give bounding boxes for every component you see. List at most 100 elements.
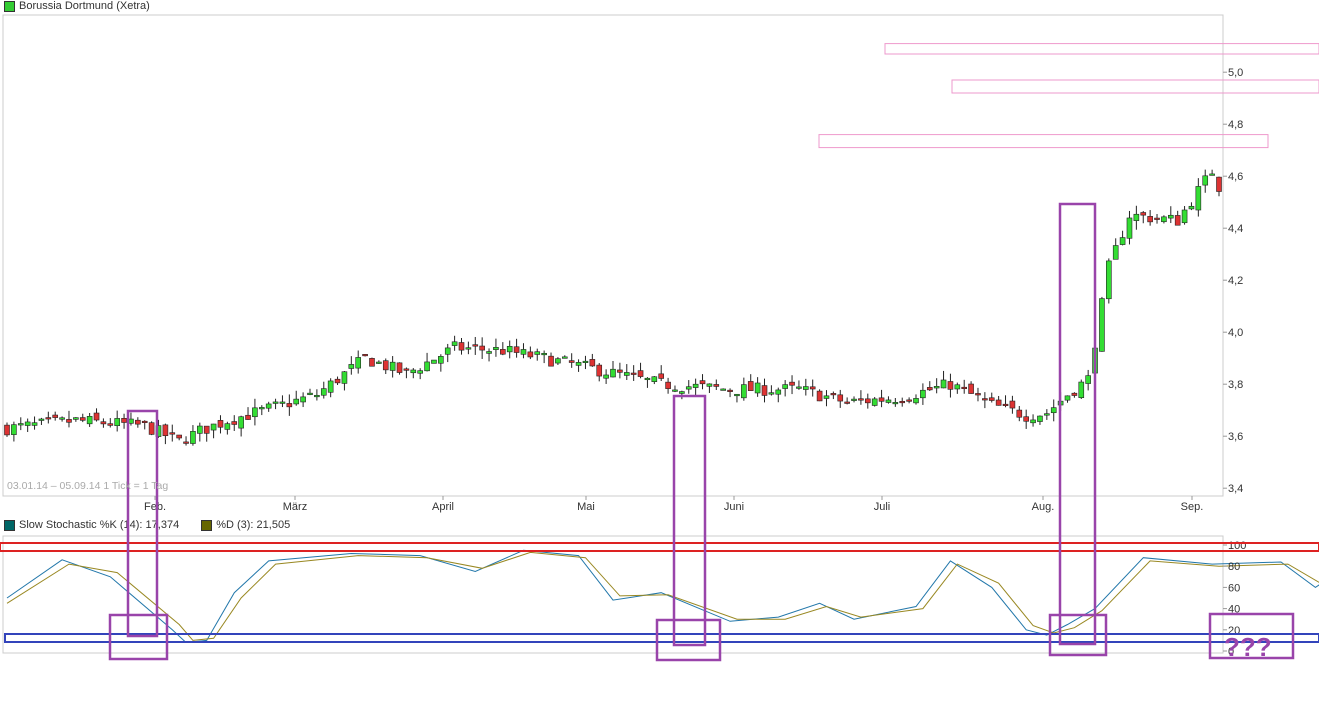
candle-down bbox=[45, 417, 52, 420]
candle-down bbox=[982, 398, 988, 401]
candle-down bbox=[906, 399, 912, 402]
candle-up bbox=[940, 379, 947, 389]
candle-up bbox=[803, 386, 809, 390]
candle-up bbox=[741, 384, 747, 399]
candle-down bbox=[816, 390, 823, 402]
candle-down bbox=[858, 398, 864, 401]
candle-down bbox=[548, 355, 554, 367]
candle-down bbox=[617, 369, 623, 373]
candle-down bbox=[961, 386, 968, 390]
candle-up bbox=[796, 386, 802, 389]
candle-up bbox=[465, 347, 472, 350]
candle-down bbox=[107, 423, 114, 426]
candle-up bbox=[307, 392, 313, 395]
candle-up bbox=[506, 345, 513, 353]
candle-down bbox=[4, 424, 10, 436]
candle-down bbox=[844, 401, 850, 404]
candle-up bbox=[720, 388, 726, 391]
candle-down bbox=[878, 397, 885, 402]
candle-up bbox=[1112, 245, 1119, 260]
candle-up bbox=[314, 394, 320, 398]
candle-up bbox=[541, 352, 547, 356]
candle-down bbox=[217, 420, 224, 428]
candle-up bbox=[86, 416, 93, 425]
candle-down bbox=[203, 425, 210, 434]
candle-down bbox=[837, 394, 844, 402]
candle-up bbox=[265, 403, 272, 409]
candle-up bbox=[892, 402, 899, 405]
candle-up bbox=[1161, 216, 1167, 223]
candle-down bbox=[1016, 409, 1023, 418]
candle-up bbox=[1167, 214, 1174, 219]
candle-up bbox=[493, 347, 499, 350]
candle-down bbox=[637, 370, 644, 377]
candle-down bbox=[789, 381, 795, 386]
candle-up bbox=[1119, 237, 1126, 245]
candle-up bbox=[190, 431, 196, 444]
price-tick-label: 4,0 bbox=[1228, 327, 1243, 339]
candle-up bbox=[1064, 395, 1071, 401]
candle-up bbox=[300, 396, 306, 403]
month-label: März bbox=[283, 501, 307, 513]
candle-up bbox=[672, 389, 678, 392]
candle-down bbox=[995, 399, 1002, 406]
month-label: Sep. bbox=[1181, 501, 1204, 513]
month-label: April bbox=[432, 501, 454, 513]
candle-down bbox=[500, 349, 506, 355]
candle-down bbox=[141, 420, 148, 424]
candle-up bbox=[582, 360, 589, 363]
candle-up bbox=[1126, 217, 1133, 239]
candle-up bbox=[1044, 413, 1050, 416]
candle-up bbox=[1188, 205, 1195, 210]
candle-up bbox=[1085, 375, 1091, 384]
candle-up bbox=[1195, 186, 1202, 211]
candle-down bbox=[1216, 176, 1222, 192]
candle-up bbox=[451, 341, 458, 346]
candle-down bbox=[1009, 400, 1016, 409]
candle-up bbox=[224, 423, 231, 430]
candle-down bbox=[183, 441, 189, 444]
candle-down bbox=[231, 421, 238, 425]
candle-down bbox=[334, 378, 341, 384]
month-label: Feb. bbox=[144, 501, 166, 513]
candle-up bbox=[24, 421, 31, 426]
candle-up bbox=[1106, 260, 1112, 300]
candle-down bbox=[665, 381, 671, 389]
candle-up bbox=[1050, 407, 1057, 414]
candle-up bbox=[871, 398, 878, 406]
candle-up bbox=[11, 424, 17, 435]
candle-down bbox=[947, 381, 954, 390]
candle-down bbox=[864, 398, 871, 404]
candle-up bbox=[38, 418, 45, 421]
candle-up bbox=[1181, 209, 1188, 224]
candle-up bbox=[272, 401, 279, 404]
candle-up bbox=[920, 389, 926, 399]
candle-up bbox=[252, 407, 258, 418]
candle-down bbox=[286, 403, 293, 408]
candle-up bbox=[520, 349, 527, 355]
candle-down bbox=[1071, 392, 1078, 396]
candle-up bbox=[679, 391, 685, 394]
candle-down bbox=[1174, 215, 1181, 226]
candle-up bbox=[279, 401, 286, 404]
candle-up bbox=[293, 398, 300, 405]
candle-up bbox=[341, 371, 348, 384]
candle-up bbox=[355, 357, 362, 369]
candle-up bbox=[444, 347, 451, 355]
candle-up bbox=[610, 368, 616, 378]
candle-down bbox=[630, 372, 637, 375]
candle-down bbox=[1154, 217, 1160, 220]
candle-down bbox=[926, 387, 933, 391]
candle-up bbox=[768, 392, 775, 395]
price-tick-label: 3,6 bbox=[1228, 431, 1243, 443]
candle-up bbox=[486, 351, 492, 354]
candle-down bbox=[458, 342, 465, 351]
price-tick-label: 3,4 bbox=[1228, 483, 1243, 495]
candle-down bbox=[761, 385, 768, 396]
candle-down bbox=[747, 381, 754, 391]
candle-up bbox=[913, 398, 919, 404]
candle-up bbox=[327, 380, 334, 393]
candle-up bbox=[954, 384, 961, 390]
candle-up bbox=[59, 417, 65, 420]
candle-up bbox=[644, 377, 651, 381]
